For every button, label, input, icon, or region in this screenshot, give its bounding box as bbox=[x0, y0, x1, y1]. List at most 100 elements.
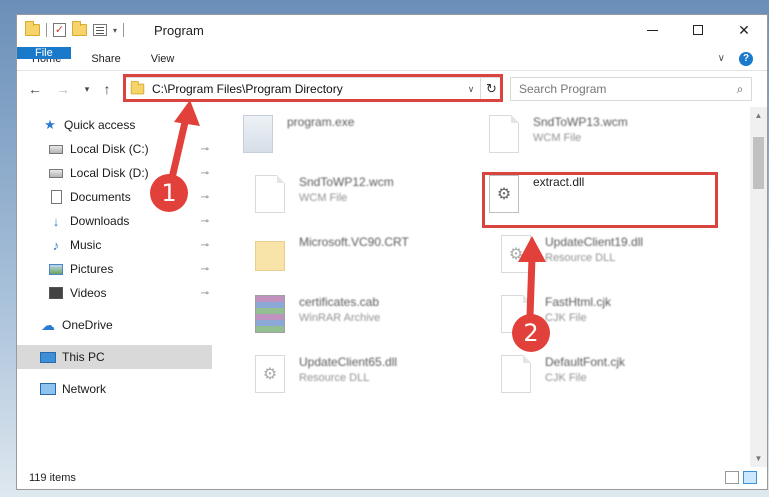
sidebar-item-videos[interactable]: Videos ⊸ bbox=[17, 281, 212, 305]
recent-locations-icon[interactable]: ▾ bbox=[79, 84, 95, 95]
dll-icon: ⚙ bbox=[255, 355, 285, 393]
pin-icon[interactable]: ⊸ bbox=[201, 144, 209, 155]
sidebar-item-downloads[interactable]: ↓ Downloads ⊸ bbox=[17, 209, 212, 233]
file-type: WCM File bbox=[533, 132, 582, 144]
properties-check-icon[interactable]: ✓ bbox=[53, 23, 66, 37]
file-type: CJK File bbox=[545, 372, 587, 384]
file-item[interactable]: certificates.cab WinRAR Archive bbox=[255, 295, 380, 333]
sidebar-item-local-disk-c[interactable]: Local Disk (C:) ⊸ bbox=[17, 137, 212, 161]
file-name: certificates.cab bbox=[299, 295, 380, 309]
dll-icon: ⚙ bbox=[489, 175, 519, 213]
item-count: 119 items bbox=[29, 472, 76, 484]
pin-icon[interactable]: ⊸ bbox=[201, 264, 209, 275]
file-item[interactable]: DefaultFont.cjk CJK File bbox=[501, 355, 625, 393]
exe-icon bbox=[243, 115, 273, 153]
help-icon[interactable]: ? bbox=[739, 51, 753, 66]
folder-icon bbox=[255, 241, 285, 271]
folder-icon bbox=[130, 80, 145, 95]
search-box[interactable]: Search Program ⌕ bbox=[510, 77, 752, 101]
generic-file-icon bbox=[255, 175, 285, 213]
maximize-button[interactable] bbox=[675, 15, 721, 45]
sidebar-item-music[interactable]: ♪ Music ⊸ bbox=[17, 233, 212, 257]
details-view-icon[interactable] bbox=[725, 471, 739, 484]
quick-access-toolbar: ✓ ▾ bbox=[25, 21, 125, 37]
callout-2: 2 bbox=[512, 314, 550, 352]
up-arrow-icon[interactable]: ↑ bbox=[99, 81, 115, 97]
sidebar-item-label: This PC bbox=[62, 350, 105, 364]
pin-icon[interactable]: ⊸ bbox=[201, 168, 209, 179]
toolbar-divider bbox=[123, 23, 125, 37]
download-icon: ↓ bbox=[52, 213, 60, 229]
cloud-icon: ☁ bbox=[41, 316, 55, 333]
address-dropdown-icon[interactable]: ∨ bbox=[462, 84, 480, 95]
sidebar-item-this-pc[interactable]: This PC bbox=[17, 345, 212, 369]
pin-icon[interactable]: ⊸ bbox=[201, 288, 209, 299]
file-name: program.exe bbox=[287, 115, 355, 129]
explorer-window: ✓ ▾ Program ✕ File Home Share View ∨ ? ←… bbox=[16, 14, 768, 490]
scroll-up-icon[interactable]: ▲ bbox=[750, 107, 767, 124]
file-type: WCM File bbox=[299, 192, 348, 204]
file-item-extract-dll[interactable]: ⚙ extract.dll bbox=[489, 175, 584, 213]
tab-file[interactable]: File bbox=[17, 47, 71, 59]
file-name: UpdateClient65.dll bbox=[299, 355, 398, 369]
forward-arrow-icon[interactable]: → bbox=[55, 81, 71, 97]
chevron-down-icon[interactable]: ∨ bbox=[718, 53, 725, 64]
large-icons-view-icon[interactable] bbox=[743, 471, 757, 484]
sidebar-item-label: Downloads bbox=[70, 214, 130, 228]
file-name: DefaultFont.cjk bbox=[545, 355, 626, 369]
file-type: Resource DLL bbox=[545, 252, 616, 264]
pin-icon[interactable]: ⊸ bbox=[201, 240, 209, 251]
pictures-icon bbox=[48, 262, 64, 276]
window-controls: ✕ bbox=[629, 15, 767, 45]
minimize-icon bbox=[646, 29, 658, 31]
sidebar-item-label: OneDrive bbox=[62, 318, 113, 332]
new-folder-icon[interactable] bbox=[72, 21, 87, 36]
search-icon[interactable]: ⌕ bbox=[729, 82, 751, 97]
file-name: FastHtml.cjk bbox=[545, 295, 611, 309]
pin-icon[interactable]: ⊸ bbox=[201, 192, 209, 203]
dll-icon: ⚙ bbox=[501, 235, 531, 273]
toolbar-divider bbox=[46, 23, 47, 37]
minimize-button[interactable] bbox=[629, 15, 675, 45]
search-input[interactable]: Search Program bbox=[519, 82, 729, 96]
sidebar-item-label: Pictures bbox=[70, 262, 114, 276]
music-icon: ♪ bbox=[52, 237, 60, 253]
file-item[interactable]: Microsoft.VC90.CRT bbox=[255, 235, 409, 271]
back-arrow-icon[interactable]: ← bbox=[27, 81, 43, 97]
file-item[interactable]: program.exe bbox=[243, 115, 354, 153]
network-icon bbox=[40, 382, 56, 396]
close-icon: ✕ bbox=[738, 21, 750, 38]
sidebar-item-label: Local Disk (C:) bbox=[70, 142, 149, 156]
sidebar-item-onedrive[interactable]: ☁ OneDrive bbox=[17, 313, 212, 337]
tab-view[interactable]: View bbox=[136, 47, 190, 70]
file-item[interactable]: ⚙ UpdateClient65.dll Resource DLL bbox=[255, 355, 397, 393]
generic-file-icon bbox=[501, 355, 531, 393]
file-item[interactable]: SndToWP13.wcm WCM File bbox=[489, 115, 628, 153]
tab-share[interactable]: Share bbox=[76, 47, 135, 70]
file-name: SndToWP13.wcm bbox=[533, 115, 628, 129]
generic-file-icon bbox=[489, 115, 519, 153]
address-bar[interactable]: C:\Program Files\Program Directory ∨ ↻ bbox=[123, 77, 503, 101]
properties-icon[interactable] bbox=[93, 24, 107, 36]
refresh-button[interactable]: ↻ bbox=[480, 78, 502, 100]
scroll-down-icon[interactable]: ▼ bbox=[750, 450, 767, 467]
customize-toolbar-caret-icon[interactable]: ▾ bbox=[113, 26, 117, 35]
title-bar: ✓ ▾ Program ✕ bbox=[17, 15, 767, 47]
file-item[interactable]: ⚙ UpdateClient19.dll Resource DLL bbox=[501, 235, 643, 273]
sidebar-item-pictures[interactable]: Pictures ⊸ bbox=[17, 257, 212, 281]
sidebar-item-network[interactable]: Network bbox=[17, 377, 212, 401]
scroll-thumb[interactable] bbox=[753, 137, 764, 189]
file-item[interactable]: SndToWP12.wcm WCM File bbox=[255, 175, 394, 213]
navigation-bar: ← → ▾ ↑ C:\Program Files\Program Directo… bbox=[17, 72, 767, 106]
file-name: SndToWP12.wcm bbox=[299, 175, 394, 189]
ribbon-tabs: File Home Share View ∨ ? bbox=[17, 47, 767, 71]
sidebar-item-label: Documents bbox=[70, 190, 131, 204]
star-icon: ★ bbox=[44, 117, 56, 132]
vertical-scrollbar[interactable]: ▲ ▼ bbox=[750, 107, 767, 467]
close-button[interactable]: ✕ bbox=[721, 15, 767, 45]
sidebar-item-label: Quick access bbox=[64, 118, 136, 132]
document-icon bbox=[48, 190, 64, 204]
address-path[interactable]: C:\Program Files\Program Directory bbox=[152, 82, 462, 96]
pin-icon[interactable]: ⊸ bbox=[201, 216, 209, 227]
sidebar-item-quick-access[interactable]: ★ Quick access bbox=[17, 113, 212, 137]
